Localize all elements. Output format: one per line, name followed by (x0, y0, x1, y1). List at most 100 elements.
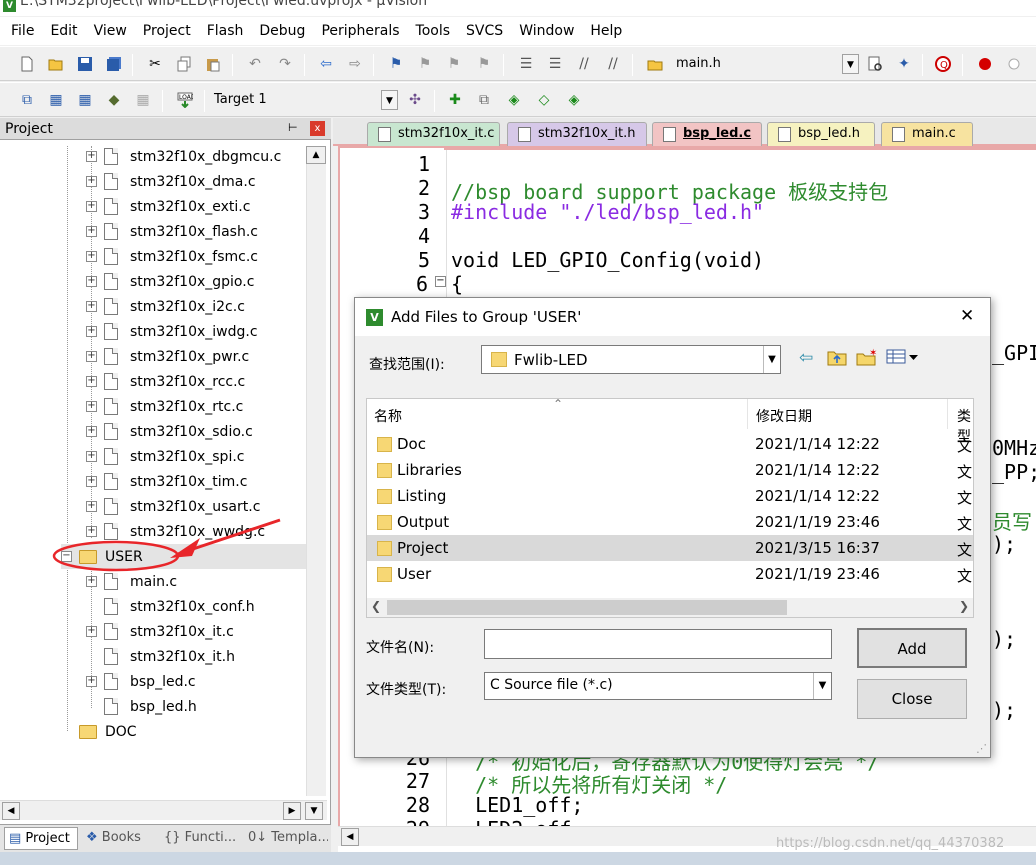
column-header-date[interactable]: 修改日期 (756, 406, 812, 426)
project-scrollbar[interactable]: ▲ (306, 146, 326, 796)
prev-bookmark-icon[interactable]: ⚑ (414, 53, 436, 75)
chevron-down-icon[interactable]: ▼ (381, 90, 398, 110)
tree-item[interactable]: + stm32f10x_i2c.c (86, 294, 245, 319)
save-all-icon[interactable] (103, 53, 125, 75)
redo-icon[interactable]: ↷ (274, 53, 296, 75)
tree-item[interactable]: + stm32f10x_rtc.c (86, 394, 243, 419)
expand-icon[interactable]: + (86, 451, 97, 462)
clear-bookmarks-icon[interactable]: ⚑ (473, 53, 495, 75)
expand-icon[interactable]: + (86, 401, 97, 412)
close-button[interactable]: Close (857, 679, 967, 719)
indent-icon[interactable]: ☰ (515, 53, 537, 75)
scroll-thumb[interactable] (387, 600, 787, 615)
menu-svcs[interactable]: SVCS (458, 23, 511, 39)
rebuild-icon[interactable]: ▦ (74, 89, 96, 111)
batch-build-icon[interactable]: ◆ (103, 89, 125, 111)
menu-view[interactable]: View (86, 23, 135, 39)
stop-build-icon[interactable]: ▦ (132, 89, 154, 111)
file-row[interactable]: Libraries 2021/1/14 12:22 文 (367, 457, 972, 483)
target-options-icon[interactable]: ✣ (404, 89, 426, 111)
expand-icon[interactable]: + (86, 151, 97, 162)
file-list-hscrollbar[interactable]: ❮ ❯ (367, 598, 973, 617)
tab-stm32f10x-it-h[interactable]: stm32f10x_it.h (507, 122, 647, 146)
file-row[interactable]: User 2021/1/19 23:46 文 (367, 561, 972, 587)
expand-icon[interactable]: + (86, 676, 97, 687)
expand-icon[interactable]: + (86, 301, 97, 312)
scroll-up-icon[interactable]: ▲ (306, 146, 326, 164)
tree-item[interactable]: + bsp_led.c (86, 669, 196, 694)
find-in-files-icon[interactable] (644, 53, 666, 75)
paste-icon[interactable] (202, 53, 224, 75)
debug-session-icon[interactable]: Q (932, 53, 954, 75)
chevron-down-icon[interactable]: ▼ (813, 673, 831, 699)
fold-toggle-icon[interactable]: − (435, 276, 446, 287)
undo-icon[interactable]: ↶ (244, 53, 266, 75)
disable-breakpoint-icon[interactable] (1003, 53, 1025, 75)
tab-templates[interactable]: 0↓ Templa... (244, 827, 328, 850)
menu-flash[interactable]: Flash (199, 23, 252, 39)
load-download-icon[interactable]: LOAD (174, 89, 196, 111)
tab-project[interactable]: ▤ Project (4, 827, 78, 850)
build-icon[interactable]: ▦ (45, 89, 67, 111)
resize-grip-icon[interactable]: ⋰ (976, 742, 987, 755)
expand-icon[interactable]: + (86, 226, 97, 237)
menu-tools[interactable]: Tools (408, 23, 459, 39)
unindent-icon[interactable]: ☰ (544, 53, 566, 75)
expand-icon[interactable]: + (86, 626, 97, 637)
tree-item[interactable]: + stm32f10x_it.c (86, 619, 234, 644)
menu-help[interactable]: Help (582, 23, 630, 39)
tree-item[interactable]: + stm32f10x_pwr.c (86, 344, 249, 369)
scroll-right-icon[interactable]: ❯ (959, 599, 969, 613)
tab-stm32f10x-it-c[interactable]: stm32f10x_it.c (367, 122, 500, 146)
browse-icon[interactable]: ✦ (893, 53, 915, 75)
manage-project-icon[interactable]: ✚ (444, 89, 466, 111)
chevron-down-icon[interactable]: ▼ (763, 346, 780, 373)
file-extensions-icon[interactable]: ⧉ (473, 89, 495, 111)
find-combo[interactable]: main.h ▼ (672, 54, 859, 76)
tree-item[interactable]: + stm32f10x_tim.c (86, 469, 247, 494)
incremental-find-icon[interactable] (864, 53, 886, 75)
new-file-icon[interactable] (16, 53, 38, 75)
menu-file[interactable]: File (3, 23, 42, 39)
uncomment-icon[interactable]: // (602, 53, 624, 75)
menu-project[interactable]: Project (135, 23, 199, 39)
expand-icon[interactable]: + (86, 251, 97, 262)
tree-item[interactable]: bsp_led.h (104, 694, 197, 719)
file-row[interactable]: Output 2021/1/19 23:46 文 (367, 509, 972, 535)
pack-installer-icon[interactable]: ◈ (563, 89, 585, 111)
tab-books[interactable]: ❖ Books (82, 827, 156, 850)
expand-icon[interactable]: + (86, 201, 97, 212)
close-icon[interactable]: ✕ (960, 306, 974, 326)
tab-main-c[interactable]: main.c (881, 122, 973, 146)
scroll-left-icon[interactable]: ◀ (341, 828, 359, 846)
target-select[interactable]: Target 1 ▼ (210, 90, 398, 112)
tree-item[interactable]: + stm32f10x_rcc.c (86, 369, 245, 394)
expand-icon[interactable]: + (86, 276, 97, 287)
select-packs-icon[interactable]: ◇ (533, 89, 555, 111)
save-icon[interactable] (74, 53, 96, 75)
tree-item[interactable]: + stm32f10x_iwdg.c (86, 319, 258, 344)
copy-icon[interactable] (173, 53, 195, 75)
menu-edit[interactable]: Edit (42, 23, 85, 39)
tree-item[interactable]: + stm32f10x_dma.c (86, 169, 256, 194)
expand-icon[interactable]: + (86, 351, 97, 362)
expand-icon[interactable]: + (86, 476, 97, 487)
tree-item[interactable]: + stm32f10x_fsmc.c (86, 244, 258, 269)
next-bookmark-icon[interactable]: ⚑ (443, 53, 465, 75)
scroll-down-icon[interactable]: ▼ (305, 802, 323, 820)
tree-item[interactable]: + stm32f10x_spi.c (86, 444, 244, 469)
tree-item[interactable]: + stm32f10x_dbgmcu.c (86, 144, 281, 169)
cut-icon[interactable]: ✂ (144, 53, 166, 75)
open-folder-icon[interactable] (45, 53, 67, 75)
project-hscrollbar[interactable]: ◀ ▶ ▼ (0, 800, 327, 820)
pin-icon[interactable]: ⊢ (288, 121, 298, 134)
file-row[interactable]: Doc 2021/1/14 12:22 文 (367, 431, 972, 457)
tree-item[interactable]: + stm32f10x_sdio.c (86, 419, 253, 444)
menu-window[interactable]: Window (511, 23, 582, 39)
expand-icon[interactable]: + (86, 176, 97, 187)
scroll-left-icon[interactable]: ◀ (2, 802, 20, 820)
chevron-down-icon[interactable]: ▼ (842, 54, 859, 74)
column-header-name[interactable]: 名称 (374, 406, 402, 426)
expand-icon[interactable]: + (86, 376, 97, 387)
tab-functions[interactable]: {} Functi... (160, 827, 240, 850)
